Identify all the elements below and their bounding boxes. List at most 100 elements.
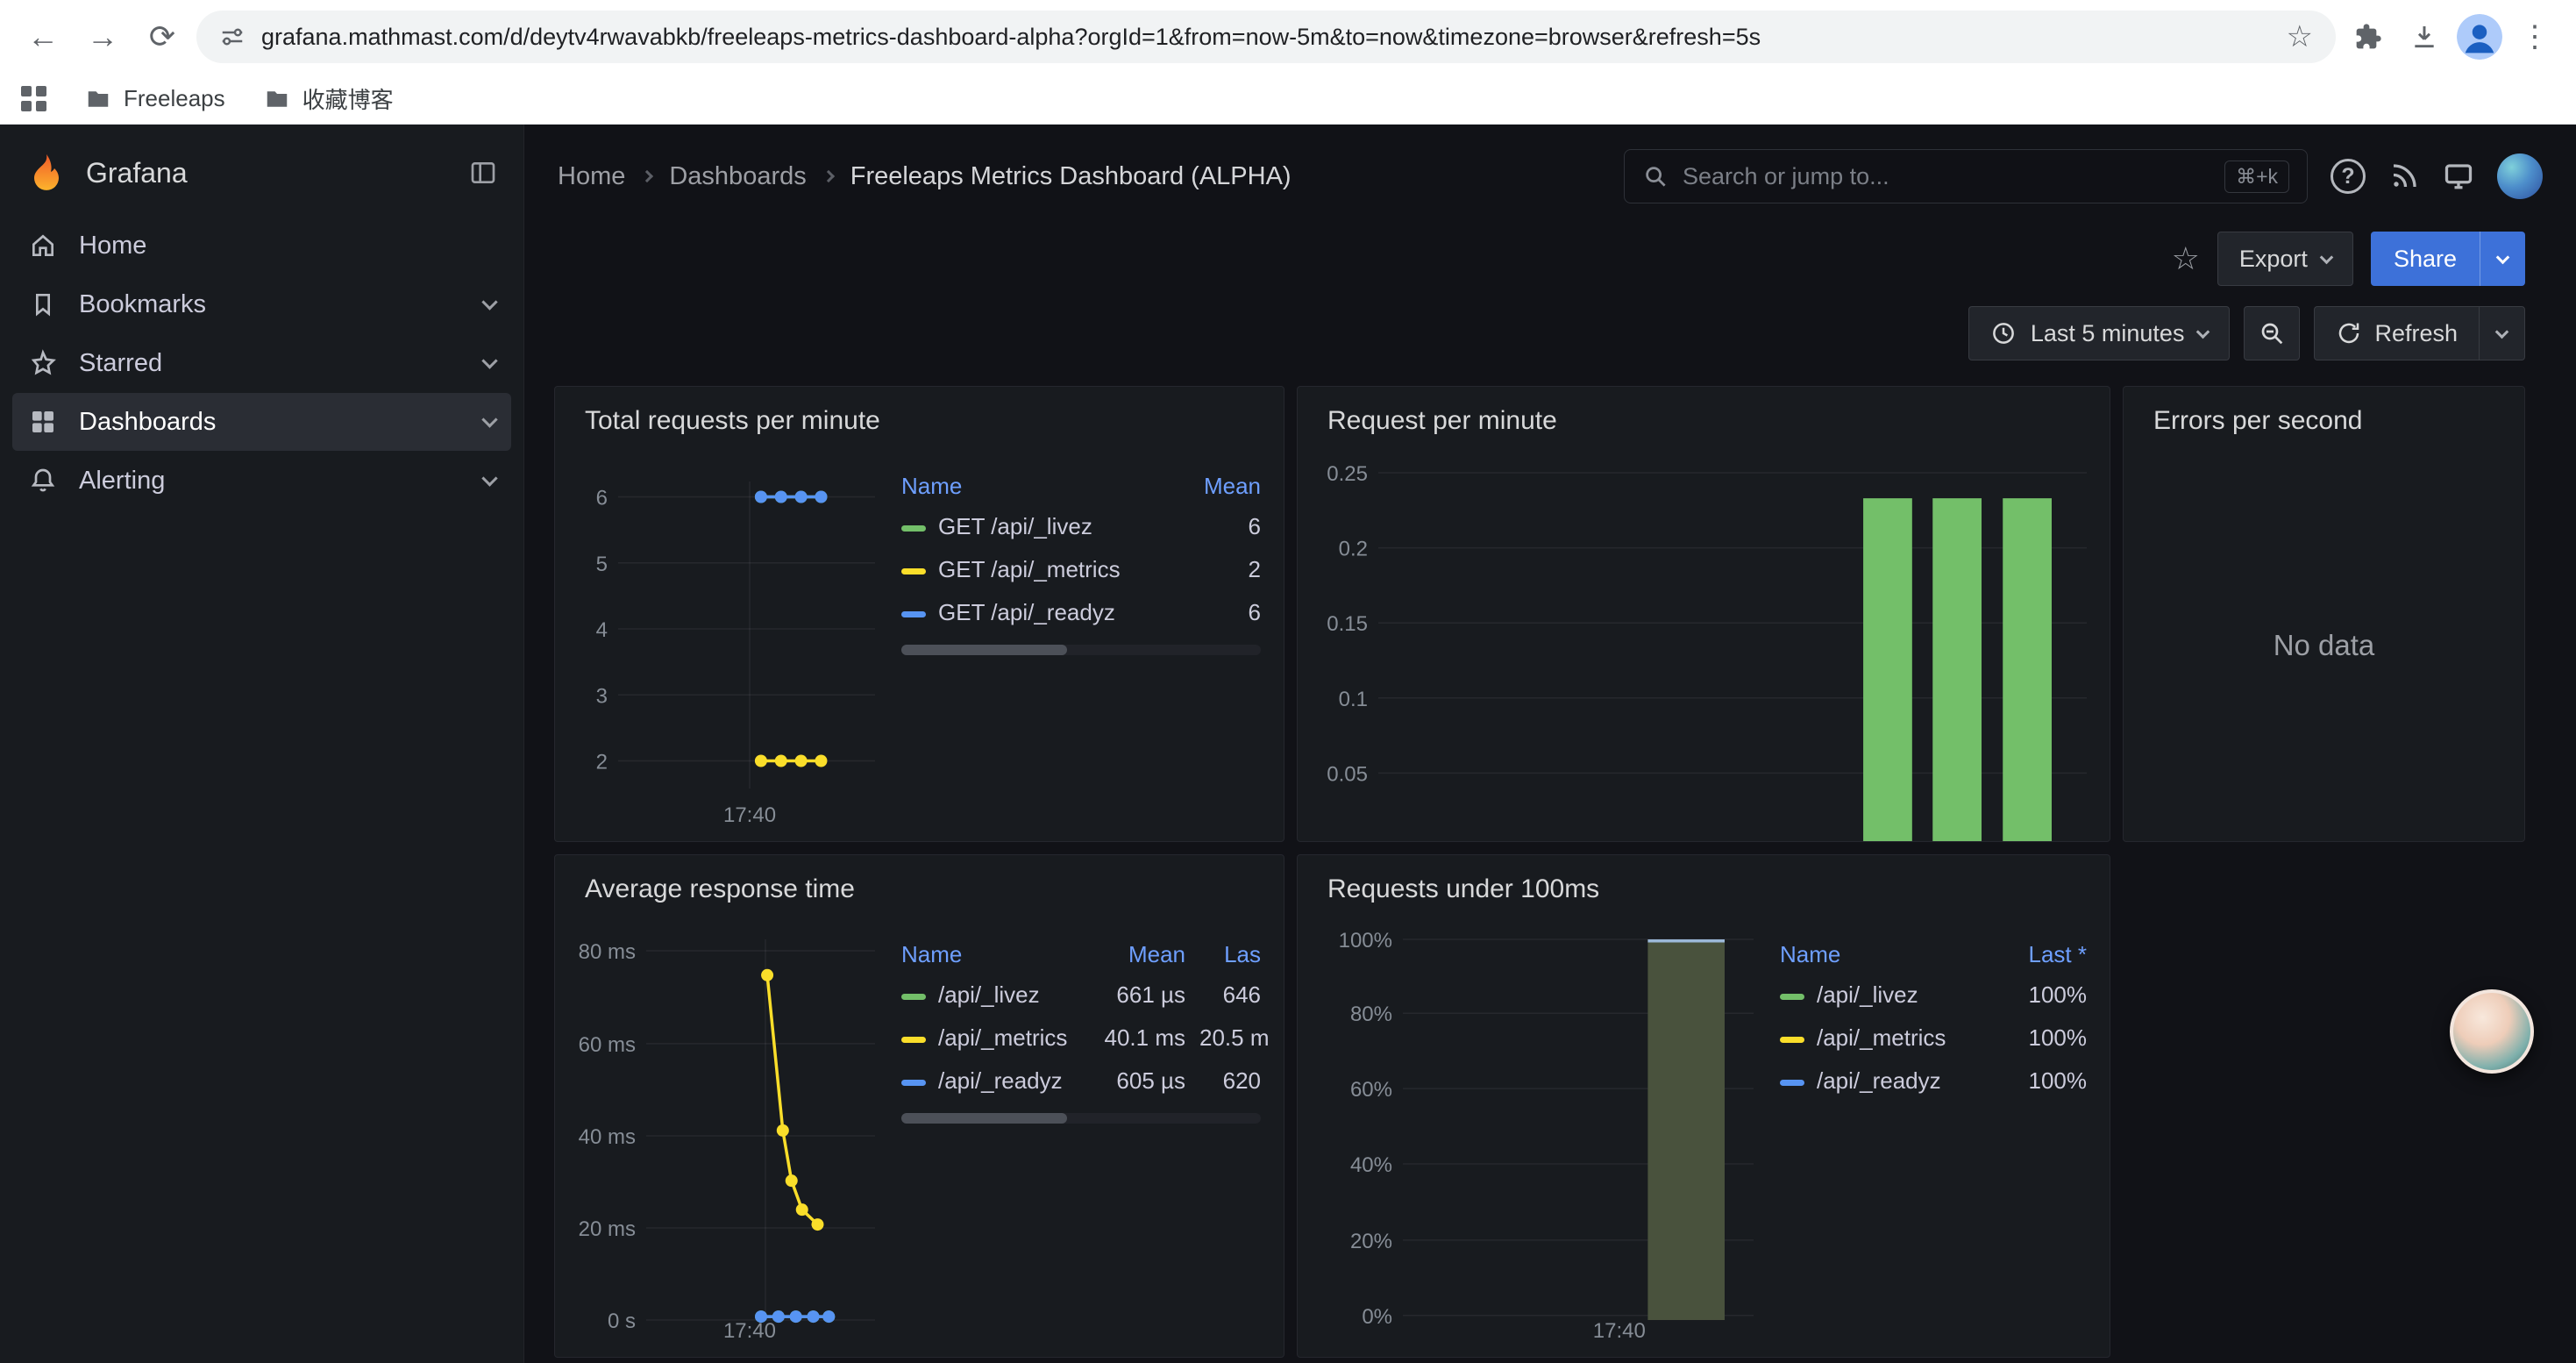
share-button[interactable]: Share <box>2371 232 2525 286</box>
legend-column-name[interactable]: Name <box>894 936 1094 974</box>
export-button[interactable]: Export <box>2217 232 2353 286</box>
panel-requests-under-100ms: Requests under 100ms 100%80%60%40%20%0%1… <box>1297 854 2110 1358</box>
legend-row[interactable]: /api/_metrics 100% <box>1773 1017 2094 1060</box>
folder-icon <box>264 86 290 112</box>
chevron-right-icon <box>822 170 835 182</box>
chevron-down-icon[interactable] <box>481 294 497 310</box>
chevron-down-icon[interactable] <box>481 411 497 427</box>
legend-column-name[interactable]: Name <box>1773 936 1997 974</box>
series-name[interactable]: GET /api/_livez <box>938 513 1092 539</box>
scrollbar-thumb[interactable] <box>901 1113 1067 1124</box>
breadcrumb-dashboards[interactable]: Dashboards <box>669 162 806 191</box>
series-last: 20.5 m <box>1192 1017 1268 1060</box>
legend-row[interactable]: /api/_metrics 40.1 ms 20.5 m <box>894 1017 1268 1060</box>
series-name[interactable]: /api/_metrics <box>938 1024 1067 1051</box>
apps-grid-icon[interactable] <box>21 86 46 111</box>
sidebar-item-starred[interactable]: Starred <box>12 334 511 392</box>
browser-toolbar: ← → ⟳ grafana.mathmast.com/d/deytv4rwava… <box>0 0 2576 74</box>
panel-total-requests-per-minute: Total requests per minute 6543217:40 Nam… <box>554 386 1284 842</box>
legend-column-name[interactable]: Name <box>894 467 1170 505</box>
floating-avatar[interactable] <box>2450 989 2534 1074</box>
svg-text:80%: 80% <box>1350 1003 1392 1026</box>
series-name[interactable]: /api/_readyz <box>938 1067 1063 1094</box>
sidebar-item-bookmarks[interactable]: Bookmarks <box>12 275 511 333</box>
favorite-star-icon[interactable]: ☆ <box>2172 240 2200 277</box>
time-range-picker[interactable]: Last 5 minutes <box>1968 306 2231 360</box>
legend-row[interactable]: GET /api/_metrics 2 <box>894 548 1268 591</box>
panel-title[interactable]: Average response time <box>555 855 1284 918</box>
sidebar-item-alerting[interactable]: Alerting <box>12 452 511 510</box>
main-area: Home Dashboards Freeleaps Metrics Dashbo… <box>524 125 2576 1363</box>
series-name[interactable]: /api/_readyz <box>1817 1067 1941 1094</box>
panel-title[interactable]: Total requests per minute <box>555 387 1284 450</box>
svg-text:60 ms: 60 ms <box>579 1033 636 1057</box>
display-icon[interactable] <box>2443 161 2474 192</box>
bookmark-star-icon[interactable]: ☆ <box>2287 19 2313 54</box>
legend-column-mean[interactable]: Mean <box>1094 936 1192 974</box>
series-swatch <box>901 611 926 617</box>
series-name[interactable]: /api/_livez <box>938 981 1040 1008</box>
svg-text:20 ms: 20 ms <box>579 1217 636 1241</box>
svg-text:0.15: 0.15 <box>1327 612 1368 636</box>
url-text[interactable]: grafana.mathmast.com/d/deytv4rwavabkb/fr… <box>261 24 2271 51</box>
series-name[interactable]: /api/_livez <box>1817 981 1918 1008</box>
svg-text:5: 5 <box>596 553 608 576</box>
sidebar-item-dashboards[interactable]: Dashboards <box>12 393 511 451</box>
news-rss-icon[interactable] <box>2388 161 2420 192</box>
legend-column-last[interactable]: Las <box>1192 936 1268 974</box>
series-name[interactable]: /api/_metrics <box>1817 1024 1946 1051</box>
dashboard-grid: Total requests per minute 6543217:40 Nam… <box>524 361 2576 1363</box>
bar-chart: 100%80%60%40%20%0%17:40 <box>1312 918 1762 1345</box>
legend-row[interactable]: /api/_livez 100% <box>1773 974 2094 1017</box>
star-icon <box>28 349 58 377</box>
profile-avatar[interactable] <box>2457 14 2502 60</box>
scrollbar-thumb[interactable] <box>901 645 1067 655</box>
refresh-button[interactable]: Refresh <box>2314 306 2525 360</box>
series-name[interactable]: GET /api/_metrics <box>938 556 1121 582</box>
legend-column-mean[interactable]: Mean <box>1170 467 1268 505</box>
svg-text:40 ms: 40 ms <box>579 1125 636 1149</box>
search-input[interactable]: Search or jump to... ⌘+k <box>1624 149 2308 203</box>
panel-title[interactable]: Errors per second <box>2124 387 2524 450</box>
refresh-interval-dropdown[interactable] <box>2479 307 2524 360</box>
share-label[interactable]: Share <box>2371 232 2480 286</box>
extensions-icon[interactable] <box>2345 13 2392 61</box>
grafana-logo[interactable] <box>26 153 67 193</box>
zoom-out-button[interactable] <box>2244 306 2300 360</box>
bookmark-folder-blogs[interactable]: 收藏博客 <box>264 82 394 115</box>
share-dropdown[interactable] <box>2480 232 2525 286</box>
series-swatch <box>901 1080 926 1086</box>
sidebar-collapse-icon[interactable] <box>469 159 497 187</box>
legend-row[interactable]: GET /api/_livez 6 <box>894 505 1268 548</box>
brand-title: Grafana <box>86 157 188 189</box>
chevron-down-icon[interactable] <box>481 353 497 368</box>
user-avatar[interactable] <box>2497 153 2543 199</box>
breadcrumb-home[interactable]: Home <box>558 162 625 191</box>
legend-scrollbar[interactable] <box>901 645 1261 655</box>
legend-row[interactable]: /api/_readyz 100% <box>1773 1060 2094 1103</box>
legend-row[interactable]: /api/_readyz 605 µs 620 <box>894 1060 1268 1103</box>
svg-text:17:40: 17:40 <box>723 803 776 827</box>
forward-button[interactable]: → <box>77 11 128 62</box>
legend-column-last[interactable]: Last * <box>1997 936 2094 974</box>
time-range-label: Last 5 minutes <box>2031 320 2185 347</box>
browser-menu-icon[interactable]: ⋮ <box>2511 13 2558 61</box>
home-icon <box>28 232 58 260</box>
reload-button[interactable]: ⟳ <box>137 11 188 62</box>
series-name[interactable]: GET /api/_readyz <box>938 599 1115 625</box>
sidebar-item-home[interactable]: Home <box>12 217 511 275</box>
panel-title[interactable]: Requests under 100ms <box>1298 855 2110 918</box>
downloads-icon[interactable] <box>2401 13 2448 61</box>
bookmark-folder-freeleaps[interactable]: Freeleaps <box>85 85 225 112</box>
no-data-message: No data <box>2124 450 2524 841</box>
legend-row[interactable]: /api/_livez 661 µs 646 <box>894 974 1268 1017</box>
panel-request-per-minute: Request per minute 0.250.20.150.10.05017… <box>1297 386 2110 842</box>
site-settings-icon[interactable] <box>219 24 246 50</box>
help-icon[interactable]: ? <box>2330 159 2366 194</box>
address-bar[interactable]: grafana.mathmast.com/d/deytv4rwavabkb/fr… <box>196 11 2336 63</box>
legend-scrollbar[interactable] <box>901 1113 1261 1124</box>
legend-row[interactable]: GET /api/_readyz 6 <box>894 591 1268 634</box>
panel-title[interactable]: Request per minute <box>1298 387 2110 450</box>
chevron-down-icon[interactable] <box>481 470 497 486</box>
back-button[interactable]: ← <box>18 11 68 62</box>
